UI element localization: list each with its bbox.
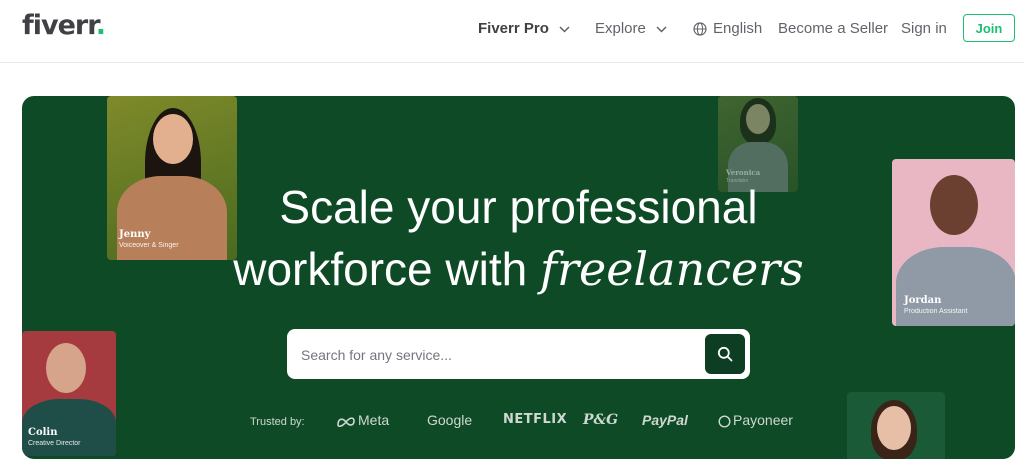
person-face [46,343,86,393]
brand-pg: P&G [583,412,619,428]
nav-explore-label: Explore [595,20,646,37]
search-button[interactable] [705,334,745,374]
headline-line-1: Scale your professional [279,181,758,233]
globe-icon [693,22,707,36]
nav-language[interactable]: English [693,20,762,38]
person-face [877,406,911,450]
search-icon [717,346,733,362]
fiverr-logo[interactable]: fiverr. [22,10,106,41]
freelancer-card-colin: Colin Creative Director [22,331,116,456]
hero-headline: Scale your professional workforce with f… [22,176,1015,300]
payoneer-icon [718,415,731,428]
nav-fiverr-pro[interactable]: Fiverr Pro [478,20,570,38]
join-button[interactable]: Join [963,14,1015,42]
search-bar [287,329,750,381]
nav-become-seller[interactable]: Become a Seller [778,20,888,38]
top-header: fiverr. Fiverr Pro Explore English Becom… [0,0,1024,63]
meta-icon [337,417,355,427]
hero-banner: Jenny Voiceover & Singer Veronica Transl… [22,96,1015,459]
nav-language-label: English [713,20,763,37]
nav-sign-in[interactable]: Sign in [901,20,947,38]
nav-explore[interactable]: Explore [595,20,667,38]
brand-payoneer: Payoneer [718,412,793,428]
card-name: Colin [28,427,58,438]
nav-fiverr-pro-label: Fiverr Pro [478,20,549,37]
search-input[interactable] [299,329,703,381]
chevron-down-icon [656,26,667,33]
headline-line-2: workforce with freelancers [233,242,804,296]
brand-meta: Meta [336,412,389,428]
brand-paypal: PayPal [642,412,688,428]
card-role: Creative Director [28,440,81,447]
freelancer-card-partial [847,392,945,459]
chevron-down-icon [559,26,570,33]
brand-netflix: NETFLIX [503,412,568,427]
headline-italic: freelancers [539,242,804,296]
brand-google: Google [427,412,473,428]
trusted-by-label: Trusted by: [250,416,305,428]
person-face [153,114,193,164]
card-role: Production Assistant [904,308,968,315]
person-face [746,104,770,134]
